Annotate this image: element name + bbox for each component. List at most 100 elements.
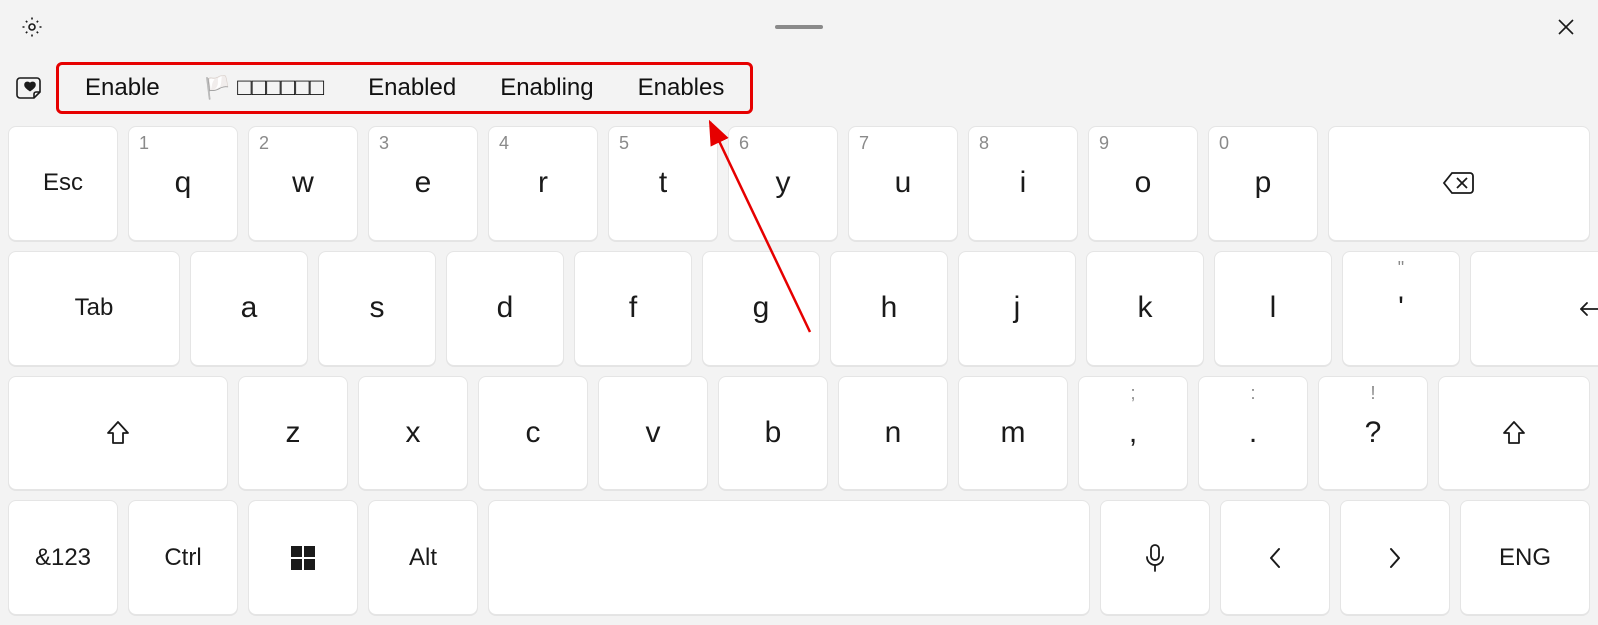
key-c[interactable]: c bbox=[478, 376, 588, 491]
key-label: j bbox=[1014, 291, 1021, 325]
key-v[interactable]: v bbox=[598, 376, 708, 491]
windows-icon bbox=[289, 544, 317, 572]
key-d[interactable]: d bbox=[446, 251, 564, 366]
key-apostrophe[interactable]: " ' bbox=[1342, 251, 1460, 366]
key-hint: 4 bbox=[499, 133, 509, 154]
key-f[interactable]: f bbox=[574, 251, 692, 366]
key-hint: : bbox=[1250, 383, 1255, 404]
key-esc[interactable]: Esc bbox=[8, 126, 118, 241]
keyboard-row-2: Tab a s d f g h j k l " ' bbox=[8, 251, 1590, 366]
key-hint: 1 bbox=[139, 133, 149, 154]
key-p[interactable]: 0 p bbox=[1208, 126, 1318, 241]
key-z[interactable]: z bbox=[238, 376, 348, 491]
suggestion-item[interactable]: Enabling bbox=[478, 65, 615, 111]
key-language[interactable]: ENG bbox=[1460, 500, 1590, 615]
key-k[interactable]: k bbox=[1086, 251, 1204, 366]
suggestion-label: Enabled bbox=[368, 74, 456, 102]
key-label: w bbox=[292, 166, 314, 200]
suggestion-item[interactable]: Enables bbox=[616, 65, 747, 111]
key-x[interactable]: x bbox=[358, 376, 468, 491]
keyboard: Esc 1 q 2 w 3 e 4 r 5 t 6 bbox=[0, 122, 1598, 625]
gear-icon bbox=[20, 15, 44, 39]
key-i[interactable]: 8 i bbox=[968, 126, 1078, 241]
key-hint: 7 bbox=[859, 133, 869, 154]
key-label: z bbox=[286, 416, 301, 450]
emoji-sticker-button[interactable] bbox=[10, 68, 50, 108]
drag-handle[interactable] bbox=[775, 25, 823, 29]
chevron-left-icon bbox=[1266, 545, 1284, 571]
key-ctrl[interactable]: Ctrl bbox=[128, 500, 238, 615]
key-l[interactable]: l bbox=[1214, 251, 1332, 366]
key-hint: " bbox=[1398, 258, 1404, 279]
keyboard-row-4: &123 Ctrl Alt bbox=[8, 500, 1590, 615]
key-label: u bbox=[895, 166, 912, 200]
key-label: d bbox=[497, 291, 514, 325]
suggestion-label: □□□□□□ bbox=[237, 74, 324, 102]
key-backspace[interactable] bbox=[1328, 126, 1590, 241]
suggestion-item[interactable]: 🏳️ □□□□□□ bbox=[182, 65, 346, 111]
key-a[interactable]: a bbox=[190, 251, 308, 366]
key-label: &123 bbox=[35, 544, 91, 572]
key-right[interactable] bbox=[1340, 500, 1450, 615]
keyboard-row-1: Esc 1 q 2 w 3 e 4 r 5 t 6 bbox=[8, 126, 1590, 241]
key-period[interactable]: : . bbox=[1198, 376, 1308, 491]
key-enter[interactable] bbox=[1470, 251, 1598, 366]
key-q[interactable]: 1 q bbox=[128, 126, 238, 241]
key-w[interactable]: 2 w bbox=[248, 126, 358, 241]
key-label: m bbox=[1001, 416, 1026, 450]
key-label: r bbox=[538, 166, 548, 200]
key-label: ? bbox=[1365, 416, 1382, 450]
key-label: f bbox=[629, 291, 637, 325]
key-j[interactable]: j bbox=[958, 251, 1076, 366]
key-s[interactable]: s bbox=[318, 251, 436, 366]
key-hint: 6 bbox=[739, 133, 749, 154]
key-n[interactable]: n bbox=[838, 376, 948, 491]
key-t[interactable]: 5 t bbox=[608, 126, 718, 241]
key-label: e bbox=[415, 166, 432, 200]
key-hint: 3 bbox=[379, 133, 389, 154]
key-label: x bbox=[406, 416, 421, 450]
key-o[interactable]: 9 o bbox=[1088, 126, 1198, 241]
key-label: n bbox=[885, 416, 902, 450]
key-e[interactable]: 3 e bbox=[368, 126, 478, 241]
key-label: v bbox=[646, 416, 661, 450]
key-label: t bbox=[659, 166, 667, 200]
key-r[interactable]: 4 r bbox=[488, 126, 598, 241]
key-label: q bbox=[175, 166, 192, 200]
key-comma[interactable]: ; , bbox=[1078, 376, 1188, 491]
titlebar bbox=[0, 0, 1598, 54]
key-hint: 0 bbox=[1219, 133, 1229, 154]
key-hint: 5 bbox=[619, 133, 629, 154]
key-label: ' bbox=[1398, 291, 1404, 325]
key-left[interactable] bbox=[1220, 500, 1330, 615]
key-question[interactable]: ! ? bbox=[1318, 376, 1428, 491]
key-u[interactable]: 7 u bbox=[848, 126, 958, 241]
key-microphone[interactable] bbox=[1100, 500, 1210, 615]
microphone-icon bbox=[1144, 543, 1166, 573]
suggestions-highlight: Enable 🏳️ □□□□□□ Enabled Enabling Enable… bbox=[56, 62, 753, 114]
suggestion-label: Enables bbox=[638, 74, 725, 102]
suggestion-label: Enabling bbox=[500, 74, 593, 102]
key-hint: ! bbox=[1370, 383, 1375, 404]
suggestion-item[interactable]: Enabled bbox=[346, 65, 478, 111]
key-label: c bbox=[526, 416, 541, 450]
key-hint: ; bbox=[1130, 383, 1135, 404]
key-g[interactable]: g bbox=[702, 251, 820, 366]
key-b[interactable]: b bbox=[718, 376, 828, 491]
key-windows[interactable] bbox=[248, 500, 358, 615]
close-button[interactable] bbox=[1546, 7, 1586, 47]
key-shift-right[interactable] bbox=[1438, 376, 1590, 491]
key-shift-left[interactable] bbox=[8, 376, 228, 491]
key-label: . bbox=[1249, 416, 1257, 450]
key-label: a bbox=[241, 291, 258, 325]
key-space[interactable] bbox=[488, 500, 1090, 615]
key-numsym[interactable]: &123 bbox=[8, 500, 118, 615]
key-label: i bbox=[1020, 166, 1027, 200]
key-alt[interactable]: Alt bbox=[368, 500, 478, 615]
key-m[interactable]: m bbox=[958, 376, 1068, 491]
key-h[interactable]: h bbox=[830, 251, 948, 366]
key-tab[interactable]: Tab bbox=[8, 251, 180, 366]
suggestion-item[interactable]: Enable bbox=[63, 65, 182, 111]
key-y[interactable]: 6 y bbox=[728, 126, 838, 241]
settings-button[interactable] bbox=[12, 7, 52, 47]
